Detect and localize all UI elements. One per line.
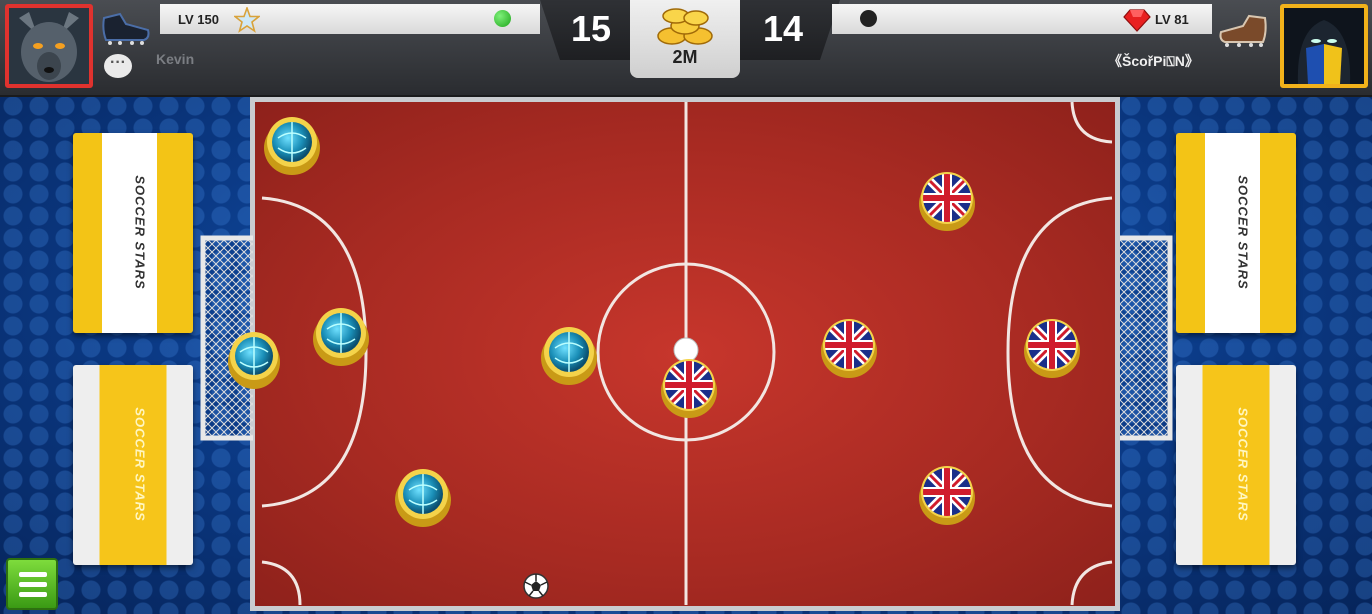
- menu-icon: [19, 572, 47, 577]
- ball-icon[interactable]: [673, 337, 699, 363]
- pitch-overlay: [200, 101, 1173, 606]
- player-cap-right-2[interactable]: [919, 172, 975, 231]
- player-cap-left-4[interactable]: [541, 327, 597, 385]
- player-cap-right-5[interactable]: [919, 466, 975, 525]
- soccer-ball-icon: [523, 573, 549, 599]
- player-cap-left-5[interactable]: [395, 469, 451, 527]
- menu-icon-bar: [19, 582, 47, 587]
- player-cap-right-1[interactable]: [661, 359, 717, 418]
- player-cap-left-2[interactable]: [313, 308, 369, 366]
- goal-right: [1120, 235, 1173, 441]
- player-cap-right-4[interactable]: [1024, 319, 1080, 378]
- menu-button[interactable]: [6, 558, 58, 610]
- menu-icon-bar: [19, 592, 47, 597]
- player-cap-left-3[interactable]: [228, 332, 280, 389]
- player-cap-right-3[interactable]: [821, 319, 877, 378]
- player-cap-left-1[interactable]: [264, 117, 320, 175]
